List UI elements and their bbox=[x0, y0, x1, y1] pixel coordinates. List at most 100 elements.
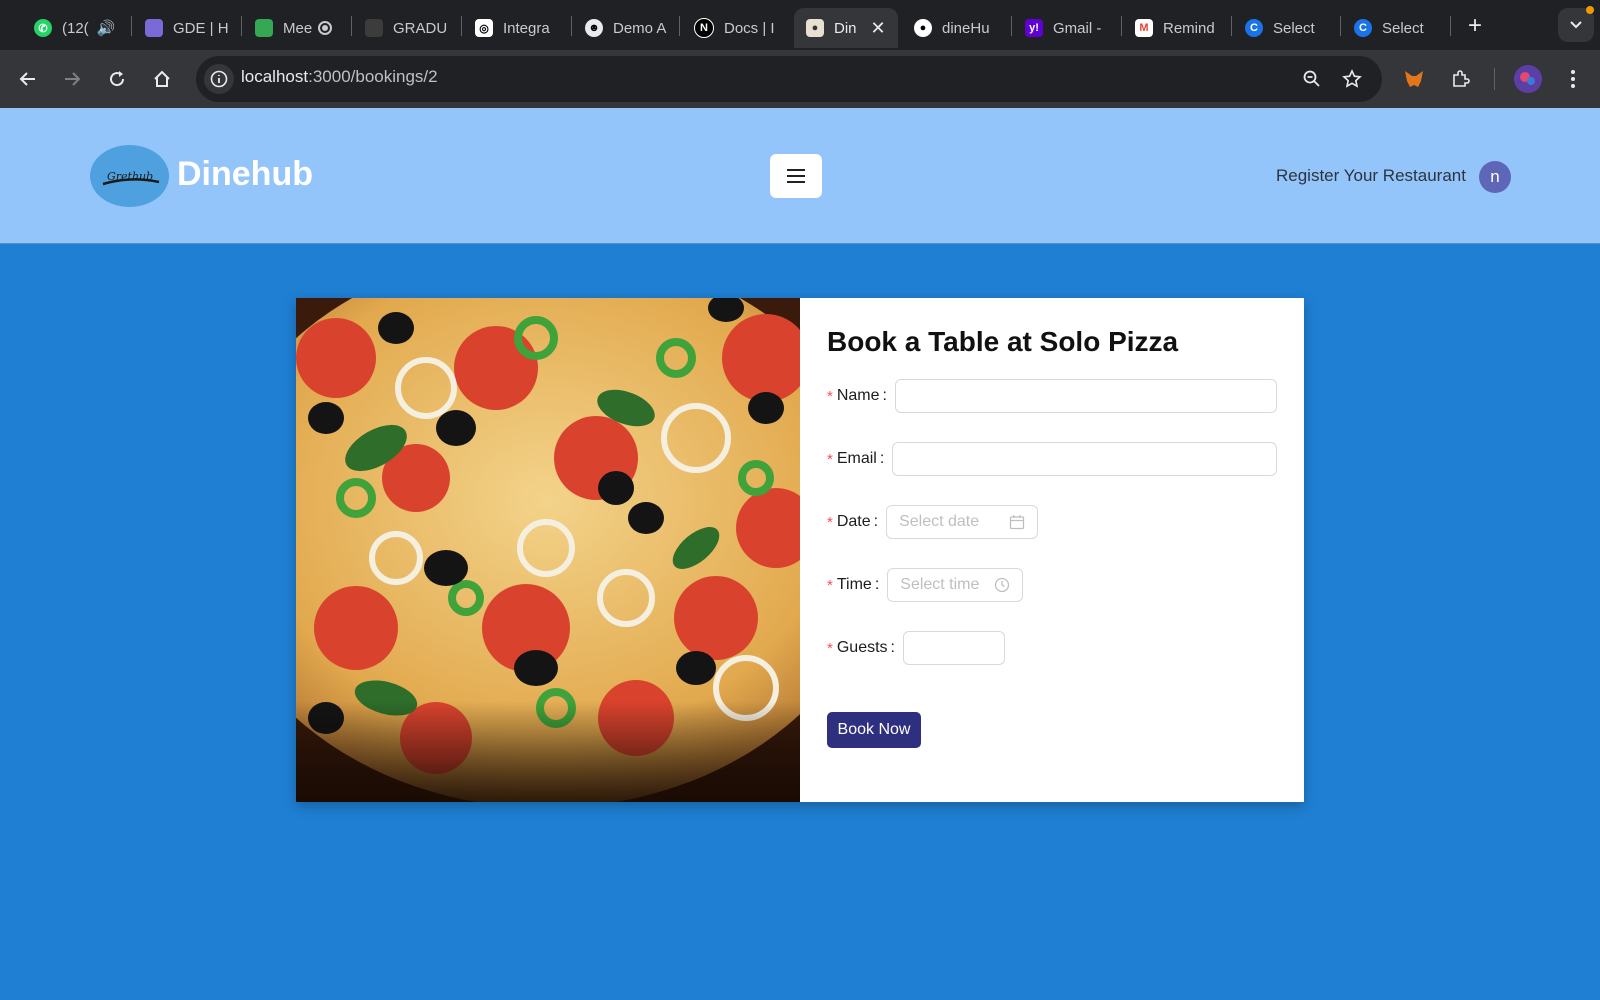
hamburger-icon bbox=[787, 169, 805, 183]
tab-separator bbox=[131, 16, 132, 36]
tab-separator bbox=[241, 16, 242, 36]
email-input[interactable] bbox=[892, 442, 1278, 476]
openai-icon: ◎ bbox=[475, 19, 493, 37]
extensions-icon[interactable] bbox=[1447, 66, 1473, 92]
browser-menu-icon[interactable] bbox=[1560, 66, 1586, 92]
brand-name[interactable]: Dinehub bbox=[177, 155, 313, 194]
forward-icon[interactable] bbox=[59, 66, 85, 92]
browser-tab[interactable]: M Remind bbox=[1135, 8, 1229, 48]
label-colon: : bbox=[873, 513, 879, 530]
toolbar-divider bbox=[1494, 68, 1495, 90]
browser-tab[interactable]: ✆ (12( 🔊 bbox=[34, 8, 134, 48]
email-label: Email bbox=[836, 450, 877, 467]
demo-icon: ☻ bbox=[585, 19, 603, 37]
tab-label: Docs | I bbox=[724, 19, 775, 37]
tab-separator bbox=[461, 16, 462, 36]
profile-avatar-icon[interactable] bbox=[1514, 65, 1542, 93]
browser-tab[interactable]: ◎ Integra bbox=[475, 8, 567, 48]
whatsapp-icon: ✆ bbox=[34, 19, 52, 37]
browser-tab[interactable]: GDE | H bbox=[145, 8, 237, 48]
required-star: * bbox=[827, 387, 833, 405]
reload-icon[interactable] bbox=[104, 66, 130, 92]
browser-tab[interactable]: N Docs | I bbox=[694, 8, 778, 48]
zoom-icon[interactable] bbox=[1299, 66, 1325, 92]
time-placeholder: Select time bbox=[900, 576, 980, 593]
tab-label: GRADU bbox=[393, 19, 448, 37]
select-icon: C bbox=[1245, 19, 1263, 37]
email-row: * Email : bbox=[827, 441, 1278, 477]
name-label: Name bbox=[836, 387, 880, 404]
guests-label: Guests bbox=[836, 639, 888, 656]
date-picker[interactable]: Select date bbox=[886, 505, 1039, 539]
tab-separator bbox=[679, 16, 680, 36]
site-info-icon[interactable] bbox=[204, 64, 234, 94]
tab-label: Integra bbox=[503, 19, 550, 37]
time-row: * Time : Select time bbox=[827, 567, 1024, 603]
new-tab-icon[interactable]: + bbox=[1461, 12, 1489, 40]
notion-icon: N bbox=[694, 18, 714, 38]
url-text[interactable]: localhost:3000/bookings/2 bbox=[241, 67, 438, 87]
booking-form: Book a Table at Solo Pizza * Name : * Em… bbox=[827, 298, 1287, 802]
browser-tab[interactable]: C Select bbox=[1354, 8, 1440, 48]
yahoo-icon: y! bbox=[1025, 19, 1043, 37]
gradu-icon bbox=[365, 19, 383, 37]
home-icon[interactable] bbox=[149, 66, 175, 92]
guests-row: * Guests : bbox=[827, 630, 1005, 666]
close-tab-icon[interactable]: ✕ bbox=[871, 18, 886, 39]
tab-separator bbox=[1340, 16, 1341, 36]
meet-icon bbox=[255, 19, 273, 37]
time-label: Time bbox=[836, 576, 872, 593]
url-host: localhost bbox=[241, 67, 309, 86]
tab-separator bbox=[571, 16, 572, 36]
gde-icon bbox=[145, 19, 163, 37]
tab-separator bbox=[1231, 16, 1232, 36]
bookmark-star-icon[interactable] bbox=[1339, 66, 1365, 92]
dinehub-logo[interactable]: Grethub bbox=[90, 145, 169, 207]
dinehub-favicon: ● bbox=[806, 19, 824, 37]
browser-tab[interactable]: Mee bbox=[255, 8, 343, 48]
date-row: * Date : Select date bbox=[827, 504, 1039, 540]
label-colon: : bbox=[874, 576, 880, 593]
name-row: * Name : bbox=[827, 378, 1277, 414]
gmail-icon: M bbox=[1135, 19, 1153, 37]
metamask-icon[interactable] bbox=[1401, 66, 1427, 92]
time-picker[interactable]: Select time bbox=[887, 568, 1024, 602]
browser-tab[interactable]: ● dineHu bbox=[914, 8, 1006, 48]
tab-label: Din bbox=[834, 19, 857, 37]
browser-tab[interactable]: C Select bbox=[1245, 8, 1333, 48]
tab-label: (12( bbox=[62, 19, 89, 37]
logo-icon: Grethub bbox=[102, 170, 159, 186]
svg-text:Grethub: Grethub bbox=[107, 170, 153, 183]
url-path: :3000/bookings/2 bbox=[308, 67, 438, 86]
browser-tab-strip: ✆ (12( 🔊 GDE | H Mee GRADU ◎ Integra ☻ D… bbox=[0, 0, 1600, 50]
date-placeholder: Select date bbox=[899, 513, 980, 530]
tab-separator bbox=[1450, 16, 1451, 36]
browser-tab-active[interactable]: ● Din ✕ bbox=[794, 8, 898, 48]
browser-tab[interactable]: GRADU bbox=[365, 8, 453, 48]
required-star: * bbox=[827, 450, 833, 468]
hamburger-menu-button[interactable] bbox=[770, 154, 822, 198]
recording-icon bbox=[318, 21, 333, 35]
booking-card: Book a Table at Solo Pizza * Name : * Em… bbox=[296, 298, 1304, 802]
notification-dot bbox=[1586, 6, 1594, 14]
label-colon: : bbox=[882, 387, 887, 404]
label-colon: : bbox=[879, 450, 885, 467]
register-restaurant-link[interactable]: Register Your Restaurant bbox=[1276, 166, 1466, 186]
tab-separator bbox=[1011, 16, 1012, 36]
tab-label: dineHu bbox=[942, 19, 990, 37]
label-colon: : bbox=[890, 639, 895, 656]
book-now-button[interactable]: Book Now bbox=[827, 712, 921, 748]
tab-separator bbox=[351, 16, 352, 36]
browser-tab[interactable]: y! Gmail - bbox=[1025, 8, 1121, 48]
speaker-icon[interactable]: 🔊 bbox=[97, 19, 116, 37]
user-avatar[interactable]: n bbox=[1479, 161, 1511, 193]
pizza-photo bbox=[296, 298, 800, 802]
browser-tab[interactable]: ☻ Demo A bbox=[585, 8, 673, 48]
guests-input[interactable] bbox=[902, 631, 1005, 665]
chevron-down-icon bbox=[1570, 21, 1582, 29]
required-star: * bbox=[827, 513, 833, 531]
tab-label: Select bbox=[1382, 19, 1424, 37]
calendar-icon bbox=[1009, 515, 1025, 530]
name-input[interactable] bbox=[894, 379, 1277, 413]
back-icon[interactable] bbox=[15, 66, 41, 92]
